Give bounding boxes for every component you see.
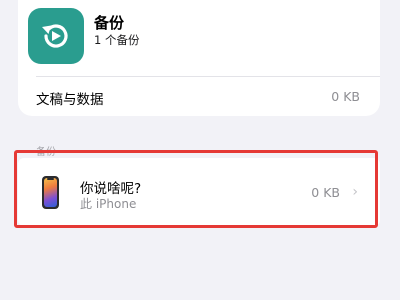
device-name: 你说啥呢?: [80, 181, 142, 197]
chevron-right-icon: ›: [352, 184, 358, 200]
divider: [36, 76, 380, 77]
device-size: 0 KB: [311, 185, 340, 200]
iphone-icon: [42, 176, 59, 209]
backup-count: 1 个备份: [94, 33, 140, 47]
device-backup-row[interactable]: 你说啥呢? 此 iPhone 0 KB ›: [18, 158, 380, 226]
backup-card: 备份 1 个备份 文稿与数据 0 KB: [18, 0, 380, 116]
docs-data-label: 文稿与数据: [36, 92, 104, 108]
backup-title: 备份: [94, 14, 125, 32]
docs-data-value: 0 KB: [331, 89, 360, 104]
device-model: 此 iPhone: [80, 197, 137, 211]
backup-icon: [28, 8, 84, 64]
section-header: 备份: [36, 147, 56, 158]
